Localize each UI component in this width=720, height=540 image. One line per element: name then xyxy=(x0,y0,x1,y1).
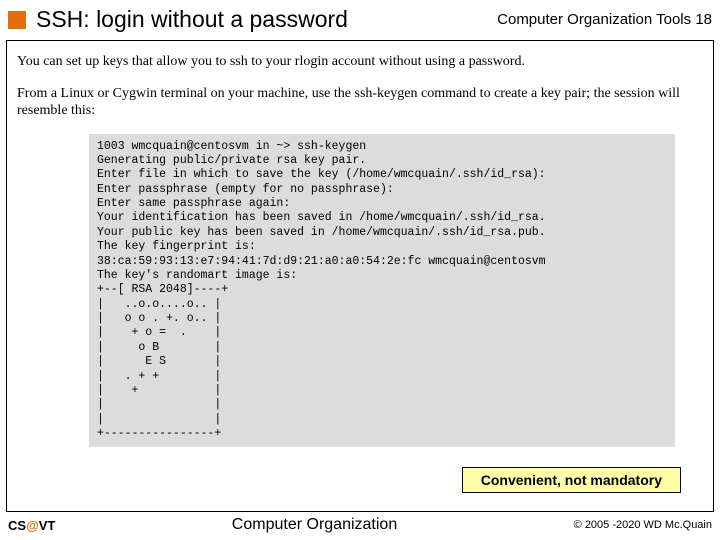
callout-note: Convenient, not mandatory xyxy=(462,467,681,493)
accent-square-icon xyxy=(8,11,26,29)
intro-paragraph-2: From a Linux or Cygwin terminal on your … xyxy=(17,85,703,120)
slide-footer: CS@VT Computer Organization © 2005 -2020… xyxy=(8,514,712,536)
footer-center: Computer Organization xyxy=(55,516,573,534)
page-number: 18 xyxy=(695,11,712,28)
terminal-session-code: 1003 wmcquain@centosvm in ~> ssh-keygen … xyxy=(89,134,675,448)
slide: SSH: login without a password Computer O… xyxy=(0,0,720,540)
header-section: Computer Organization Tools 18 xyxy=(497,11,712,28)
footer-org-prefix: CS xyxy=(8,518,26,533)
section-name: Computer Organization Tools xyxy=(497,11,691,28)
footer-copyright: © 2005 -2020 WD Mc.Quain xyxy=(574,519,712,531)
slide-header: SSH: login without a password Computer O… xyxy=(0,0,720,37)
slide-title: SSH: login without a password xyxy=(36,6,497,33)
footer-at-sign: @ xyxy=(26,518,39,533)
footer-left: CS@VT xyxy=(8,518,55,533)
intro-paragraph-1: You can set up keys that allow you to ss… xyxy=(17,53,703,71)
footer-org-suffix: VT xyxy=(39,518,56,533)
content-area: You can set up keys that allow you to ss… xyxy=(6,40,714,512)
